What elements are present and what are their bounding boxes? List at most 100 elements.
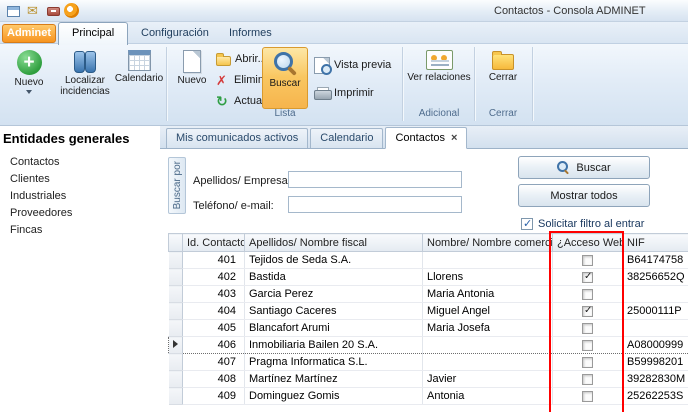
close-icon[interactable]: × [451,132,457,144]
cell-id-contacto[interactable]: 408 [183,371,245,388]
imprimir-button[interactable]: Imprimir [314,84,374,102]
cell-nif[interactable]: 25262253S [623,388,688,405]
col-header-acceso-web[interactable]: ¿Acceso Web? [553,234,623,252]
cell-id-contacto[interactable]: 409 [183,388,245,405]
cell-nombre[interactable] [423,354,553,371]
cell-nombre[interactable]: Maria Antonia [423,286,553,303]
cell-apellidos[interactable]: Dominguez Gomis [245,388,423,405]
row-selector[interactable] [169,320,183,337]
doc-tab-mis-comunicados[interactable]: Mis comunicados activos [166,128,308,148]
abrir-button[interactable]: Abrir... [216,50,267,68]
cell-nombre[interactable]: Miguel Angel [423,303,553,320]
table-row[interactable]: 406Inmobiliaria Bailen 20 S.A. A08000999 [169,337,688,354]
calendario-button[interactable]: Calendario [114,47,164,107]
table-row[interactable]: 408Martínez MartínezJavier 39282830M [169,371,688,388]
cell-nombre[interactable] [423,252,553,269]
tab-informes[interactable]: Informes [216,22,285,44]
localizar-incidencias-button[interactable]: Localizar incidencias [56,47,114,107]
row-selector[interactable] [169,286,183,303]
table-row[interactable]: 409Dominguez GomisAntonia 25262253S [169,388,688,405]
group-separator [166,47,168,121]
row-selector[interactable] [169,337,183,354]
cell-apellidos[interactable]: Santiago Caceres [245,303,423,320]
cell-nif[interactable]: B59998201 [623,354,688,371]
cell-apellidos[interactable]: Garcia Perez [245,286,423,303]
acceso-web-checkbox[interactable] [582,255,593,266]
col-header-nif[interactable]: NIF [623,234,688,252]
cell-apellidos[interactable]: Martínez Martínez [245,371,423,388]
mostrar-todos-button[interactable]: Mostrar todos [518,184,650,207]
cell-apellidos[interactable]: Inmobiliaria Bailen 20 S.A. [245,337,423,354]
sidebar-item-industriales[interactable]: Industriales [10,190,66,207]
cell-nombre[interactable]: Javier [423,371,553,388]
nuevo-lista-button[interactable]: Nuevo [170,47,214,107]
sidebar-item-contactos[interactable]: Contactos [10,156,60,173]
cell-nombre[interactable]: Maria Josefa [423,320,553,337]
cell-id-contacto[interactable]: 401 [183,252,245,269]
telefono-email-input[interactable] [288,196,462,213]
cell-nombre[interactable]: Antonia [423,388,553,405]
acceso-web-checkbox[interactable] [582,323,593,334]
cell-nif[interactable]: 38256652Q [623,269,688,286]
col-header-apellidos[interactable]: Apellidos/ Nombre fiscal [245,234,423,252]
sidebar-item-proveedores[interactable]: Proveedores [10,207,72,224]
cerrar-button[interactable]: Cerrar [478,47,528,107]
mail-icon[interactable] [27,3,41,17]
cell-apellidos[interactable]: Tejidos de Seda S.A. [245,252,423,269]
cell-id-contacto[interactable]: 403 [183,286,245,303]
sidebar-item-fincas[interactable]: Fincas [10,224,42,241]
cell-apellidos[interactable]: Pragma Informatica S.L. [245,354,423,371]
cell-id-contacto[interactable]: 407 [183,354,245,371]
buscar-button[interactable]: Buscar [518,156,650,179]
row-selector[interactable] [169,303,183,320]
cell-nif[interactable]: B64174758 [623,252,688,269]
acceso-web-checkbox[interactable] [582,391,593,402]
tab-configuracion[interactable]: Configuración [128,22,222,44]
cell-id-contacto[interactable]: 404 [183,303,245,320]
table-row[interactable]: 404Santiago CaceresMiguel Angel 25000111P [169,303,688,320]
table-row[interactable]: 405Blancafort ArumiMaria Josefa [169,320,688,337]
buscar-ribbon-button[interactable]: Buscar [262,47,308,109]
table-row[interactable]: 402BastidaLlorens 38256652Q [169,269,688,286]
row-selector[interactable] [169,388,183,405]
app-window-icon[interactable] [7,6,20,17]
adminet-app-button[interactable]: Adminet [2,24,56,43]
cell-nif[interactable]: 25000111P [623,303,688,320]
row-selector[interactable] [169,269,183,286]
cell-nif[interactable]: 39282830M [623,371,688,388]
cell-nif[interactable] [623,286,688,303]
col-header-nombre[interactable]: Nombre/ Nombre comercial [423,234,553,252]
cell-apellidos[interactable]: Bastida [245,269,423,286]
doc-tab-calendario[interactable]: Calendario [310,128,383,148]
col-header-id-contacto[interactable]: Id. Contacto [183,234,245,252]
cell-nif[interactable]: A08000999 [623,337,688,354]
acceso-web-checkbox[interactable] [582,306,593,317]
acceso-web-checkbox[interactable] [582,374,593,385]
acceso-web-checkbox[interactable] [582,289,593,300]
print-icon[interactable] [47,7,60,16]
table-row[interactable]: 403Garcia PerezMaria Antonia [169,286,688,303]
cell-id-contacto[interactable]: 402 [183,269,245,286]
row-selector[interactable] [169,252,183,269]
acceso-web-checkbox[interactable] [582,340,593,351]
acceso-web-checkbox[interactable] [582,357,593,368]
sidebar-item-clientes[interactable]: Clientes [10,173,50,190]
cell-nombre[interactable]: Llorens [423,269,553,286]
row-selector[interactable] [169,371,183,388]
acceso-web-checkbox[interactable] [582,272,593,283]
solicitar-filtro-checkbox[interactable] [521,218,533,230]
apellidos-empresa-input[interactable] [288,171,462,188]
nuevo-entidad-button[interactable]: Nuevo [3,47,55,107]
table-row[interactable]: 401Tejidos de Seda S.A. B64174758 [169,252,688,269]
ver-relaciones-button[interactable]: Ver relaciones [406,47,472,107]
cell-nif[interactable] [623,320,688,337]
tab-principal[interactable]: Principal [58,22,128,45]
cell-id-contacto[interactable]: 406 [183,337,245,354]
cell-nombre[interactable] [423,337,553,354]
table-row[interactable]: 407Pragma Informatica S.L. B59998201 [169,354,688,371]
row-selector[interactable] [169,354,183,371]
cell-apellidos[interactable]: Blancafort Arumi [245,320,423,337]
vista-previa-button[interactable]: Vista previa [314,56,391,74]
cell-id-contacto[interactable]: 405 [183,320,245,337]
doc-tab-contactos[interactable]: Contactos× [385,127,467,149]
